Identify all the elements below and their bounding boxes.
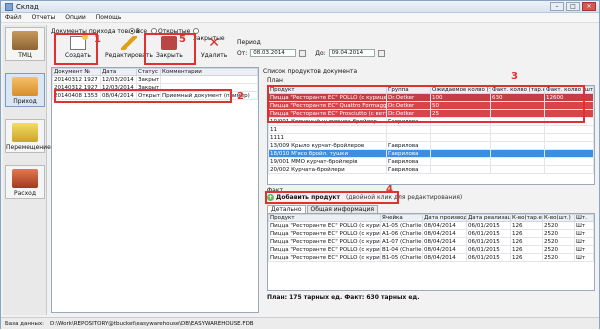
callout-number-5: 5: [179, 34, 186, 45]
callout-number-4: 4: [386, 184, 393, 195]
col-production-date[interactable]: Дата производства: [422, 214, 467, 222]
menu-help[interactable]: Помощь: [96, 13, 122, 22]
table-row[interactable]: 11: [268, 125, 594, 134]
menu-bar: Файл Отчеты Опции Помощь: [1, 13, 599, 23]
db-path: D:\Work\REPOSITORY@tbucket\easywarehouse…: [50, 321, 254, 327]
app-icon: [5, 3, 13, 11]
table-row[interactable]: Пицца "Ресторанте ЕС" POLLO (с курицей) A…: [268, 229, 594, 238]
plan-fact-summary: План: 175 тарных ед. Факт: 630 тарных ед…: [267, 294, 420, 301]
callout-box-3: [267, 85, 585, 123]
period-group: Период От: 08.03.2014 До: 09.04.2014: [237, 39, 385, 57]
title-bar: Склад – □ ✕: [1, 1, 599, 13]
col-doc-no[interactable]: Документ №: [52, 68, 101, 76]
products-section-label: Список продуктов документа: [263, 68, 358, 75]
tab-details[interactable]: Детально: [267, 205, 306, 213]
calendar-icon[interactable]: [299, 49, 307, 57]
sidebar-item-incoming[interactable]: Приход: [5, 73, 45, 107]
menu-options[interactable]: Опции: [65, 13, 86, 22]
callout-number-2: 2: [237, 91, 244, 102]
table-row[interactable]: 13/009 Крыло курчат-бройлеров Гаврилова: [268, 141, 594, 150]
col-qty[interactable]: К-во(тар.ед.): [510, 214, 543, 222]
calendar-icon[interactable]: [377, 49, 385, 57]
fact-tabs: Детально Общая информация: [267, 205, 379, 213]
fact-table: Продукт Ячейка Дата производства Дата ре…: [267, 213, 595, 291]
app-window: Склад – □ ✕ Файл Отчеты Опции Помощь ТМЦ…: [0, 0, 600, 329]
delete-x-icon: ✕: [208, 35, 220, 51]
radio-checked-icon: [129, 28, 135, 34]
table-row[interactable]: 1111: [268, 133, 594, 142]
menu-reports[interactable]: Отчеты: [32, 13, 56, 22]
menu-file[interactable]: Файл: [5, 13, 22, 22]
plan-label: План: [267, 77, 283, 84]
sidebar: ТМЦ Приход Перемещение Расход: [3, 25, 51, 315]
table-row[interactable]: Пицца "Ресторанте ЕС" POLLO (с курицей) A…: [268, 221, 594, 230]
period-label: Период: [237, 39, 261, 46]
col-cell[interactable]: Ячейка: [380, 214, 423, 222]
status-bar: База данных: D:\Work\REPOSITORY@tbucket\e…: [1, 317, 599, 329]
documents-table: Документ № Дата Статус Комментарии 20140…: [51, 67, 259, 313]
date-to-input[interactable]: 09.04.2014: [328, 49, 375, 57]
table-row[interactable]: 20140312 1927 12/03/2014 Закрыт: [52, 75, 258, 84]
sidebar-item-transfer[interactable]: Перемещение: [5, 119, 51, 153]
callout-box-1: [54, 33, 98, 65]
incoming-box-icon: [12, 77, 38, 96]
callout-box-2: [54, 89, 232, 103]
table-row[interactable]: 20/002 Курчата-бройлери Гаврилова: [268, 165, 594, 174]
col-product[interactable]: Продукт: [268, 214, 381, 222]
db-label: База данных:: [5, 321, 45, 327]
table-row[interactable]: Пицца "Ресторанте ЕС" POLLO (с курицей) A…: [268, 237, 594, 246]
col-comments[interactable]: Комментарии: [160, 68, 258, 76]
callout-number-3: 3: [511, 71, 518, 82]
date-from-input[interactable]: 08.03.2014: [250, 49, 297, 57]
col-sale-date[interactable]: Дата реализации: [466, 214, 511, 222]
delete-button[interactable]: ✕ Удалить: [201, 36, 227, 59]
sidebar-item-outgoing[interactable]: Расход: [5, 165, 45, 199]
sidebar-item-goods[interactable]: ТМЦ: [5, 27, 45, 61]
col-date[interactable]: Дата: [100, 68, 137, 76]
col-unit[interactable]: Шт.: [574, 214, 594, 222]
forklift-icon: [12, 123, 38, 142]
table-row[interactable]: Пицца "Ресторанте ЕС" POLLO (с курицей) B…: [268, 245, 594, 254]
callout-box-4: [265, 191, 399, 204]
boxes-icon: [12, 31, 38, 50]
col-status[interactable]: Статус: [136, 68, 161, 76]
truck-icon: [12, 169, 38, 188]
window-title: Склад: [16, 3, 39, 11]
minimize-button[interactable]: –: [550, 2, 564, 11]
tab-general-info[interactable]: Общая информация: [306, 205, 379, 213]
table-row[interactable]: Пицца "Ресторанте ЕС" POLLO (с курицей) B…: [268, 253, 594, 262]
callout-box-5: [144, 33, 196, 65]
col-pcs[interactable]: К-во(шт.): [542, 214, 575, 222]
table-row[interactable]: 19/001 ММО курчат-бройлерів Гаврилова: [268, 157, 594, 166]
callout-number-1: 1: [94, 34, 101, 45]
pencil-icon: [120, 36, 137, 50]
table-row[interactable]: 18/010 М'ясо бройл. тушки Гаврилова: [268, 149, 594, 158]
close-window-button[interactable]: ✕: [582, 2, 596, 11]
maximize-button[interactable]: □: [566, 2, 580, 11]
